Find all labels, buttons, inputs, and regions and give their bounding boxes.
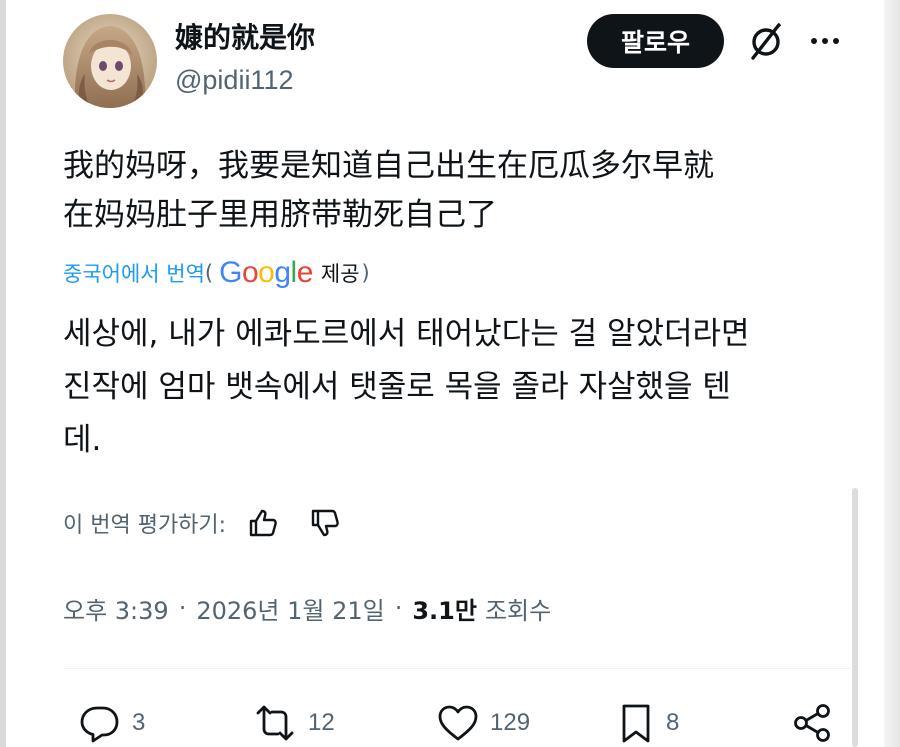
repost-count: 12 (308, 709, 335, 736)
frame-edge (0, 0, 6, 747)
repost-button[interactable]: 12 (252, 700, 335, 746)
avatar[interactable] (63, 14, 157, 108)
divider (63, 668, 853, 669)
translation-provided-label: 제공 (320, 262, 360, 286)
tweet-text-line: 세상에, 내가 에콰도르에서 태어났다는 걸 알았더라면 (63, 316, 750, 352)
display-name[interactable]: 嫝的就是你 (175, 20, 315, 56)
tweet-text-original: 我的妈呀，我要是知道自己出生在厄瓜多尔早就 在妈妈肚子里用脐带勒死自己了 (63, 142, 853, 240)
bookmark-button[interactable]: 8 (616, 700, 679, 746)
paren-open: ( (204, 261, 214, 285)
paren-close: ) (361, 261, 370, 285)
bookmark-count: 8 (666, 709, 680, 736)
thumbs-down-icon[interactable] (308, 506, 342, 540)
tweet-text-line: 진작에 엄마 뱃속에서 탯줄로 목을 졸라 자살했을 텐 (63, 369, 731, 405)
heart-icon (438, 705, 478, 741)
like-count: 129 (490, 709, 531, 736)
views-label: 조회수 (484, 596, 552, 625)
like-button[interactable]: 129 (436, 700, 530, 746)
tweet-text-line: 我的妈呀，我要是知道自己出生在厄瓜多尔早就 (63, 148, 714, 184)
rate-translation: 이 번역 평가하기: (63, 502, 342, 544)
user-handle[interactable]: @pidii112 (175, 63, 293, 97)
grok-icon[interactable] (744, 20, 788, 64)
tweet-text-translated: 세상에, 내가 에콰도르에서 태어났다는 걸 알았더라면 진작에 엄마 뱃속에서… (63, 308, 853, 467)
reply-count: 3 (132, 709, 146, 736)
thumbs-up-icon[interactable] (246, 506, 280, 540)
tweet-time[interactable]: 오후 3:39 (63, 591, 169, 626)
rate-translation-label: 이 번역 평가하기: (63, 513, 227, 538)
google-logo: Google (219, 256, 313, 289)
avatar-illustration-icon (63, 14, 157, 108)
share-button[interactable] (790, 700, 834, 746)
tweet-meta: 오후 3:39 · 2026년 1월 21일 · 3.1만 조회수 (63, 588, 551, 628)
frame-edge (884, 0, 900, 747)
meta-separator: · (394, 594, 403, 622)
reply-button[interactable]: 3 (78, 700, 145, 746)
follow-button[interactable]: 팔로우 (587, 14, 724, 68)
translation-source-label[interactable]: 중국어에서 번역 (63, 258, 205, 288)
scrollbar[interactable] (852, 488, 858, 747)
tweet-text-line: 데. (63, 422, 102, 458)
repost-icon (256, 705, 294, 741)
more-icon[interactable] (808, 26, 842, 56)
share-icon (794, 704, 830, 742)
tweet-text-line: 在妈妈肚子里用脐带勒死自己了 (63, 197, 497, 233)
reply-icon (80, 706, 119, 743)
meta-separator: · (178, 594, 187, 622)
views-count[interactable]: 3.1만 (412, 591, 477, 626)
tweet-date[interactable]: 2026년 1월 21일 (196, 591, 384, 626)
bookmark-icon (622, 704, 650, 743)
translation-credit[interactable]: 중국어에서 번역 ( Google 제공 ) (63, 250, 370, 296)
